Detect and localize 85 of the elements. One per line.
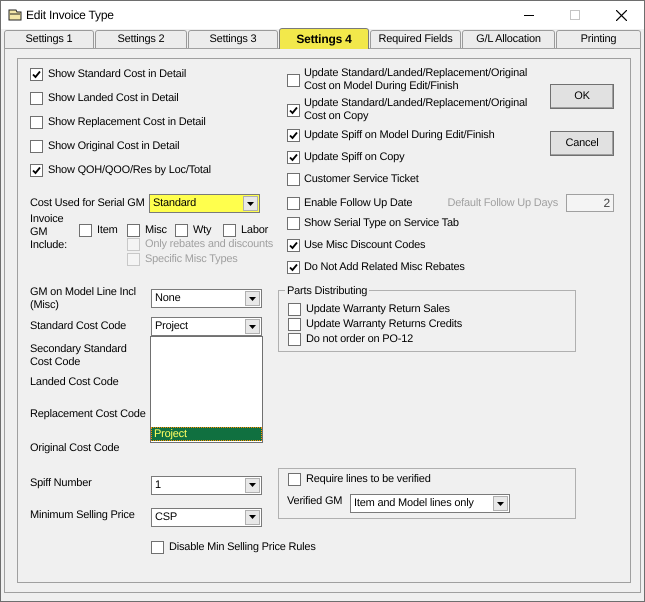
checkbox[interactable]	[287, 196, 300, 210]
caret-icon	[245, 478, 260, 492]
tab[interactable]: Settings 3	[188, 30, 278, 48]
checkbox[interactable]	[223, 224, 236, 236]
list-item[interactable]: Project	[151, 427, 262, 441]
dropdown[interactable]: Standard	[149, 194, 260, 213]
checkbox-label: Require lines to be verified	[306, 472, 431, 487]
checkbox[interactable]	[175, 224, 188, 236]
checkbox-label: Specific Misc Types	[145, 252, 238, 268]
checkbox-label: Show Original Cost in Detail	[48, 138, 180, 154]
checkbox-label: Do Not Add Related Misc Rebates	[304, 260, 465, 275]
checkbox[interactable]	[287, 260, 300, 274]
checkbox-label: Misc	[145, 222, 167, 238]
checkbox[interactable]	[287, 238, 300, 252]
checkbox-label: Update Warranty Return Sales	[306, 302, 450, 318]
checkbox[interactable]	[30, 116, 43, 128]
dialog-button[interactable]: OK	[550, 84, 614, 109]
checkbox-label: Labor	[241, 222, 268, 238]
tab[interactable]: Settings 2	[95, 30, 187, 48]
checkbox[interactable]	[30, 140, 43, 152]
checkbox[interactable]	[287, 74, 300, 86]
caret-icon	[245, 291, 260, 306]
checkbox-label: Show Landed Cost in Detail	[48, 90, 179, 106]
field-label: GM on Model Line Incl (Misc)	[30, 286, 137, 312]
checkbox-label: Item	[97, 222, 118, 238]
checkbox[interactable]	[30, 164, 43, 176]
checkbox[interactable]	[287, 150, 300, 164]
checkbox-label: Update Warranty Returns Credits	[306, 317, 462, 332]
checkbox[interactable]	[287, 128, 300, 142]
field-label: Original Cost Code	[30, 441, 120, 456]
checkbox-label: Do not order on PO-12	[306, 332, 414, 348]
window-icon	[7, 7, 23, 23]
checkbox[interactable]	[79, 224, 92, 236]
checkbox[interactable]	[127, 224, 140, 236]
tab[interactable]: G/L Allocation	[462, 30, 555, 48]
checkbox-label: Customer Service Ticket	[304, 172, 419, 187]
checkbox[interactable]	[288, 303, 301, 316]
dropdown[interactable]: None	[151, 289, 262, 308]
tab[interactable]: Settings 4	[279, 28, 369, 49]
tab[interactable]: Printing	[556, 30, 641, 48]
checkbox[interactable]	[288, 333, 301, 346]
field-label: Spiff Number	[30, 476, 93, 491]
caret-icon	[245, 319, 260, 334]
checkbox[interactable]	[30, 92, 43, 104]
checkbox-label: Update Standard/Landed/Replacement/Original Cost on Model During Edit/Finish	[304, 67, 528, 93]
checkbox-label: Show Standard Cost in Detail	[48, 66, 186, 82]
window-title: Edit Invoice Type	[26, 7, 114, 24]
field-label: Landed Cost Code	[30, 375, 120, 390]
dropdown[interactable]: Project	[151, 317, 262, 336]
dialog-button[interactable]: Cancel	[550, 131, 614, 156]
checkbox[interactable]	[288, 318, 301, 331]
checkbox[interactable]	[287, 172, 300, 186]
field-label: Standard Cost Code	[30, 319, 128, 334]
checkbox-label: Show Serial Type on Service Tab	[304, 216, 459, 231]
tab[interactable]: Required Fields	[370, 30, 461, 48]
field-label: Secondary Standard Cost Code	[30, 343, 128, 369]
checkbox[interactable]	[151, 541, 164, 554]
checkbox-label: Only rebates and discounts	[145, 237, 274, 252]
tab[interactable]: Settings 1	[4, 30, 94, 48]
field-label: Replacement Cost Code	[30, 406, 147, 422]
checkbox[interactable]	[287, 104, 300, 116]
checkbox-label: Disable Min Selling Price Rules	[169, 540, 316, 556]
dropdown[interactable]: CSP	[151, 508, 262, 526]
field-label: Default Follow Up Days	[447, 196, 558, 211]
checkbox-label: Wty	[193, 222, 212, 238]
field-label: Invoice GM Include:	[30, 213, 68, 253]
dropdown[interactable]: Item and Model lines only	[350, 494, 510, 513]
checkbox[interactable]	[30, 68, 43, 80]
group-title: Parts Distributing	[285, 283, 370, 300]
checkbox[interactable]	[287, 216, 300, 230]
caret-icon	[243, 196, 258, 211]
checkbox-label: Show Replacement Cost in Detail	[48, 114, 206, 130]
field-label: Cost Used for Serial GM	[30, 196, 146, 212]
checkbox-label: Show QOH/QOO/Res by Loc/Total	[48, 162, 211, 178]
dropdown[interactable]: 1	[151, 476, 262, 494]
checkbox-label: Update Standard/Landed/Replacement/Original Cost on Copy	[304, 97, 528, 123]
field-label: Verified GM	[287, 494, 344, 510]
checkbox-label: Use Misc Discount Codes	[304, 238, 426, 253]
checkbox-label: Update Spiff on Copy	[304, 150, 404, 165]
field-label: Minimum Selling Price	[30, 508, 136, 523]
caret-icon	[245, 510, 260, 524]
checkbox-label: Enable Follow Up Date	[304, 196, 414, 211]
checkbox[interactable]	[288, 472, 301, 486]
checkbox-label: Update Spiff on Model During Edit/Finish	[304, 128, 495, 143]
caret-icon	[493, 496, 508, 511]
